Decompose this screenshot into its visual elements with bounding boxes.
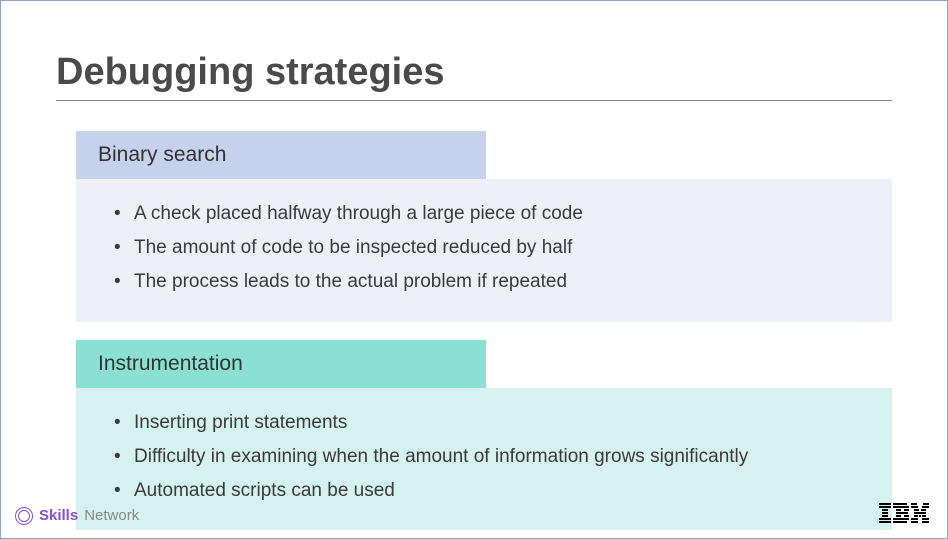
section-body: A check placed halfway through a large p… [76,179,892,322]
ibm-logo-icon [879,503,929,528]
bullet-list: Inserting print statements Difficulty in… [106,406,862,509]
slide-content: Debugging strategies Binary search A che… [1,1,947,530]
list-item: A check placed halfway through a large p… [106,197,862,231]
title-rule [56,100,892,101]
skills-network-icon [15,507,33,525]
section-heading: Binary search [76,131,486,179]
list-item: Inserting print statements [106,406,862,440]
list-item: The process leads to the actual problem … [106,265,862,299]
footer: Skills Network [1,503,947,528]
list-item: Difficulty in examining when the amount … [106,440,862,474]
footer-left: Skills Network [15,507,139,525]
section-heading: Instrumentation [76,340,486,388]
section-binary-search: Binary search A check placed halfway thr… [76,131,892,322]
section-instrumentation: Instrumentation Inserting print statemen… [76,340,892,531]
footer-skills-label: Skills [39,507,78,524]
list-item: The amount of code to be inspected reduc… [106,231,862,265]
footer-network-label: Network [84,507,139,524]
bullet-list: A check placed halfway through a large p… [106,197,862,300]
slide-title: Debugging strategies [56,51,892,94]
